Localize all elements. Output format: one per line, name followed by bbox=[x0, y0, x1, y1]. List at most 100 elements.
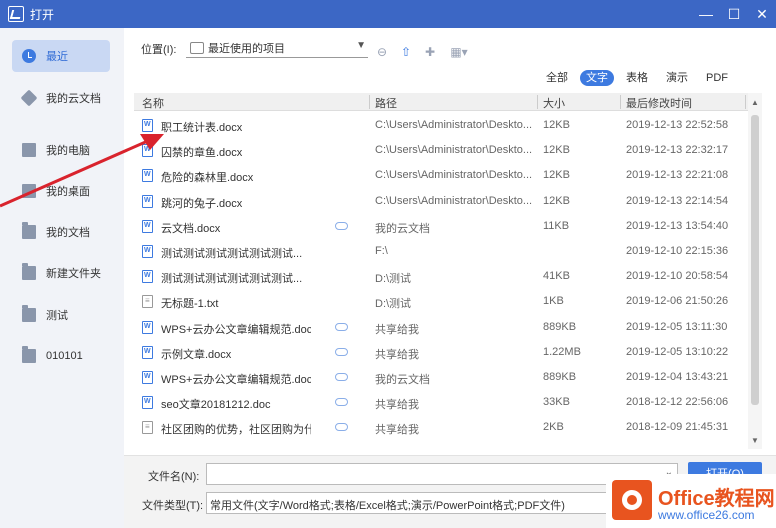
file-name: 云文档.docx bbox=[161, 222, 221, 235]
sidebar-item-010101[interactable]: 010101 bbox=[12, 340, 110, 372]
filename-label: 文件名(N): bbox=[148, 471, 200, 483]
table-row[interactable]: 测试测试测试测试测试测试... F:\ 2019-12-10 22:15:36 bbox=[134, 239, 748, 264]
sidebar-item-test[interactable]: 测试 bbox=[12, 299, 110, 331]
table-row[interactable]: 云文档.docx 我的云文档 11KB 2019-12-13 13:54:40 bbox=[134, 214, 748, 239]
folder-icon bbox=[22, 222, 36, 239]
chevron-down-icon: ▼ bbox=[356, 40, 366, 51]
file-name: 跳河的兔子.docx bbox=[161, 197, 243, 210]
folder-icon bbox=[22, 346, 36, 363]
file-size: 2KB bbox=[543, 421, 564, 434]
filter-spreadsheet[interactable]: 表格 bbox=[620, 70, 654, 86]
file-name: WPS+云办公文章编辑规范.docx bbox=[161, 374, 311, 386]
sidebar-item-label: 010101 bbox=[46, 350, 83, 362]
column-divider[interactable] bbox=[369, 95, 370, 109]
file-modified: 2019-12-06 21:50:26 bbox=[626, 295, 729, 308]
sidebar-item-label: 我的文档 bbox=[46, 227, 90, 239]
cloud-docs-icon bbox=[20, 89, 38, 107]
file-name: 测试测试测试测试测试测试... bbox=[161, 273, 303, 286]
word-doc-icon bbox=[142, 219, 153, 233]
text-file-icon bbox=[142, 421, 153, 435]
word-doc-icon bbox=[142, 144, 153, 158]
table-row[interactable]: WPS+云办公文章编辑规范.docx 共享给我 889KB 2019-12-05 13… bbox=[134, 315, 748, 340]
sidebar-item-label: 我的电脑 bbox=[46, 145, 90, 157]
sidebar-item-my-documents[interactable]: 我的文档 bbox=[12, 216, 110, 248]
column-divider[interactable] bbox=[620, 95, 621, 109]
table-row[interactable]: 跳河的兔子.docx C:\Users\Administrator\Deskto.… bbox=[134, 189, 748, 214]
watermark: Office教程网 www.office26.com bbox=[606, 474, 776, 528]
sidebar-item-desktop[interactable]: 我的桌面 bbox=[12, 175, 110, 207]
scroll-up-icon[interactable]: ▲ bbox=[748, 95, 762, 109]
scroll-thumb[interactable] bbox=[751, 115, 759, 405]
sidebar-item-cloud-docs[interactable]: 我的云文档 bbox=[12, 82, 110, 114]
up-folder-icon[interactable]: ⇧ bbox=[398, 44, 414, 60]
word-doc-icon bbox=[142, 396, 153, 410]
filter-presentation[interactable]: 演示 bbox=[660, 70, 694, 86]
table-row[interactable]: 无标题-1.txt D:\测试 1KB 2019-12-06 21:50:26 bbox=[134, 289, 748, 314]
sidebar-item-computer[interactable]: 我的电脑 bbox=[12, 134, 110, 166]
header-name[interactable]: 名称 bbox=[142, 95, 164, 111]
back-icon[interactable]: ⊖ bbox=[374, 44, 390, 60]
file-modified: 2019-12-13 22:52:58 bbox=[626, 119, 729, 131]
file-size: 12KB bbox=[543, 169, 570, 182]
table-row[interactable]: 示例文章.docx 共享给我 1.22MB 2019-12-05 13:10:22 bbox=[134, 340, 748, 365]
file-name: 囚禁的章鱼.docx bbox=[161, 147, 243, 160]
cloud-icon bbox=[335, 322, 348, 331]
header-path[interactable]: 路径 bbox=[375, 95, 397, 111]
cloud-icon bbox=[335, 373, 348, 381]
wps-logo-icon bbox=[8, 6, 24, 22]
location-label: 位置(I): bbox=[141, 44, 177, 56]
file-modified: 2019-12-13 22:14:54 bbox=[626, 194, 729, 207]
file-modified: 2019-12-04 13:43:21 bbox=[626, 371, 729, 383]
sidebar-item-label: 新建文件夹 bbox=[46, 268, 101, 280]
file-size: 889KB bbox=[543, 371, 577, 383]
file-path: C:\Users\Administrator\Deskto... bbox=[375, 169, 533, 182]
table-row[interactable]: 危险的森林里.docx C:\Users\Administrator\Deskto… bbox=[134, 163, 748, 188]
table-row[interactable]: 职工统计表.docx C:\Users\Administrator\Deskto.… bbox=[134, 113, 748, 138]
watermark-url: www.office26.com bbox=[658, 508, 755, 522]
file-name: seo文章20181212.doc bbox=[161, 399, 271, 412]
table-row[interactable]: 囚禁的章鱼.docx C:\Users\Administrator\Deskto.… bbox=[134, 138, 748, 163]
filetype-label: 文件类型(T): bbox=[142, 500, 204, 512]
word-doc-icon bbox=[142, 245, 153, 258]
file-size: 12KB bbox=[543, 144, 570, 157]
minimize-button[interactable]: — bbox=[692, 0, 720, 28]
word-doc-icon bbox=[142, 345, 153, 359]
file-type-filters: 全部 文字 表格 演示 PDF bbox=[540, 70, 740, 86]
filter-pdf[interactable]: PDF bbox=[700, 70, 734, 86]
file-modified: 2019-12-05 13:10:22 bbox=[626, 345, 729, 358]
file-size: 41KB bbox=[543, 270, 570, 283]
maximize-button[interactable]: ☐ bbox=[720, 0, 748, 28]
table-row[interactable]: WPS+云办公文章编辑规范.docx 我的云文档 889KB 2019-12-04 1… bbox=[134, 365, 748, 390]
cloud-icon bbox=[335, 398, 348, 407]
file-size: 889KB bbox=[543, 320, 577, 333]
table-row[interactable]: 测试测试测试测试测试测试... D:\测试 41KB 2019-12-10 20:58… bbox=[134, 264, 748, 289]
view-mode-icon[interactable]: ▦▾ bbox=[448, 44, 470, 60]
table-row[interactable]: 社区团购的优势，社区团购为什... 共享给我 2KB 2018-12-09 21:45… bbox=[134, 415, 748, 440]
cloud-icon bbox=[335, 423, 348, 432]
close-button[interactable]: ✕ bbox=[748, 0, 776, 28]
header-modified[interactable]: 最后修改时间 bbox=[626, 95, 692, 111]
filter-text[interactable]: 文字 bbox=[580, 70, 614, 86]
scroll-down-icon[interactable]: ▼ bbox=[748, 433, 762, 447]
file-path: 共享给我 bbox=[375, 348, 419, 361]
file-path: C:\Users\Administrator\Deskto... bbox=[375, 194, 533, 207]
office-logo-icon bbox=[612, 480, 652, 520]
table-row[interactable]: seo文章20181212.doc 共享给我 33KB 2018-12-12 22:5… bbox=[134, 390, 748, 415]
column-divider[interactable] bbox=[537, 95, 538, 109]
recent-items-icon bbox=[190, 41, 204, 54]
sidebar: 最近 我的云文档 我的电脑 我的桌面 我的文档 新建文件夹 测试 010101 bbox=[0, 28, 124, 528]
file-modified: 2018-12-12 22:56:06 bbox=[626, 396, 729, 409]
sidebar-item-recent[interactable]: 最近 bbox=[12, 40, 110, 72]
column-divider[interactable] bbox=[745, 95, 746, 109]
vertical-scrollbar[interactable]: ▲ ▼ bbox=[748, 93, 762, 449]
file-name: 危险的森林里.docx bbox=[161, 172, 254, 185]
file-path: C:\Users\Administrator\Deskto... bbox=[375, 119, 533, 131]
word-doc-icon bbox=[142, 169, 153, 183]
sidebar-item-label: 我的云文档 bbox=[46, 93, 101, 105]
sidebar-item-new-folder[interactable]: 新建文件夹 bbox=[12, 257, 110, 289]
new-folder-icon[interactable]: ✚ bbox=[422, 44, 438, 60]
filetype-select[interactable]: 常用文件(文字/Word格式;表格/Excel格式;演示/PowerPoint格… bbox=[206, 492, 616, 514]
location-select[interactable]: 最近使用的项目 ▼ bbox=[186, 38, 368, 58]
filter-all[interactable]: 全部 bbox=[540, 70, 574, 86]
header-size[interactable]: 大小 bbox=[543, 95, 565, 111]
